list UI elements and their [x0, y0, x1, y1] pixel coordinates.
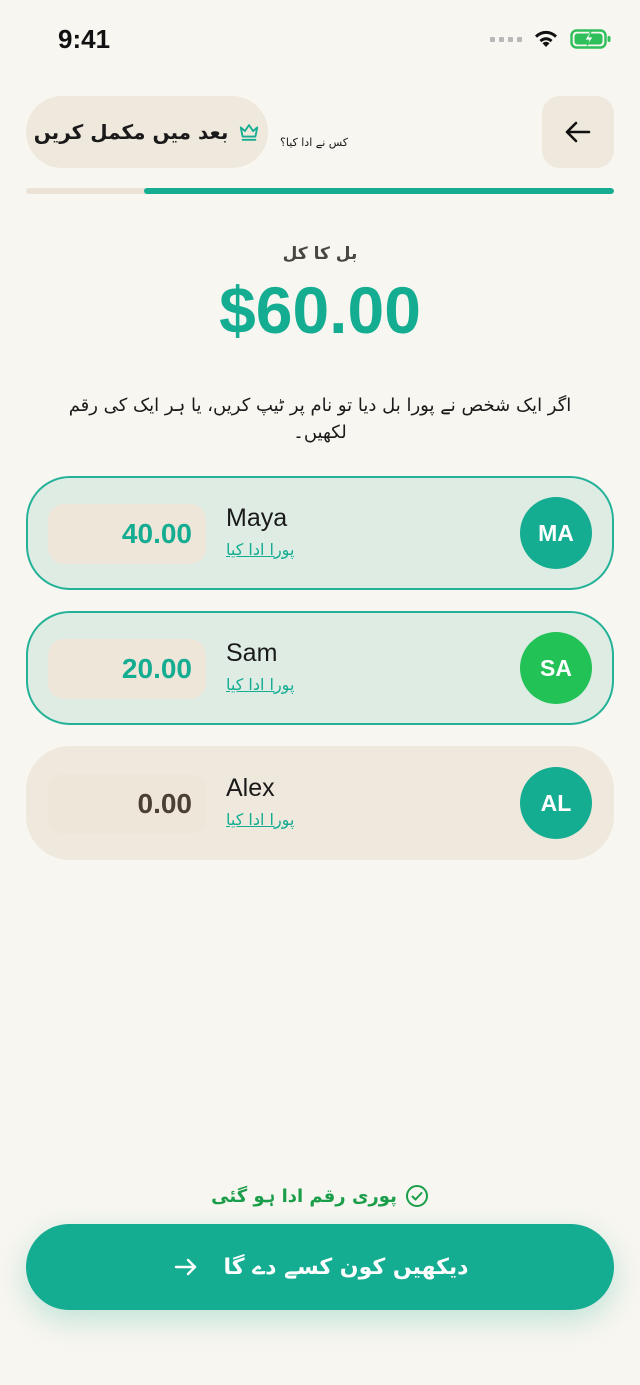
person-card-sam[interactable]: 20.00 Sam پورا ادا کیا SA	[26, 611, 614, 725]
person-card-alex[interactable]: 0.00 Alex پورا ادا کیا AL	[26, 746, 614, 860]
fully-paid-status: پوری رقم ادا ہو گئی	[0, 1184, 640, 1208]
cta-label: دیکھیں کون کسے دے گا	[223, 1254, 469, 1280]
header: بعد میں مکمل کریں کس نے ادا کیا؟	[0, 96, 640, 170]
back-button[interactable]	[542, 96, 614, 168]
person-name: Maya	[226, 504, 288, 532]
paid-full-link[interactable]: پورا ادا کیا	[226, 675, 294, 694]
status-time: 9:41	[58, 24, 111, 54]
finish-later-button[interactable]: بعد میں مکمل کریں	[26, 96, 268, 168]
status-bar: 9:41	[0, 0, 640, 80]
see-who-owes-button[interactable]: دیکھیں کون کسے دے گا	[26, 1224, 614, 1310]
person-name: Alex	[226, 774, 275, 802]
paid-full-link[interactable]: پورا ادا کیا	[226, 810, 294, 829]
bill-total-label: بل کا کل	[282, 244, 358, 264]
cellular-signal-icon	[490, 36, 522, 42]
bill-total-amount: $60.00	[219, 273, 421, 347]
check-circle-icon	[405, 1185, 428, 1207]
page-title: کس نے ادا کیا؟	[280, 136, 349, 149]
finish-later-label: بعد میں مکمل کریں	[33, 120, 229, 144]
instructions-text: اگر ایک شخص نے پورا بل دیا تو نام پر ٹیپ…	[68, 395, 572, 443]
avatar: SA	[520, 632, 592, 704]
person-name: Sam	[226, 639, 278, 667]
person-card-maya[interactable]: 40.00 Maya پورا ادا کیا MA	[26, 476, 614, 590]
crown-icon	[240, 124, 259, 141]
avatar: AL	[520, 767, 592, 839]
progress-bar	[26, 188, 614, 194]
arrow-left-icon	[565, 121, 591, 143]
fully-paid-label: پوری رقم ادا ہو گئی	[211, 1185, 397, 1207]
avatar: MA	[520, 497, 592, 569]
paid-full-link[interactable]: پورا ادا کیا	[226, 540, 294, 559]
progress-fill	[143, 188, 614, 194]
amount-input[interactable]: 20.00	[48, 639, 206, 699]
amount-input[interactable]: 0.00	[48, 774, 206, 834]
status-icons	[490, 28, 612, 50]
amount-input[interactable]: 40.00	[48, 504, 206, 564]
arrow-right-icon	[174, 1258, 196, 1276]
battery-charging-icon	[570, 29, 611, 49]
wifi-icon	[535, 30, 557, 47]
